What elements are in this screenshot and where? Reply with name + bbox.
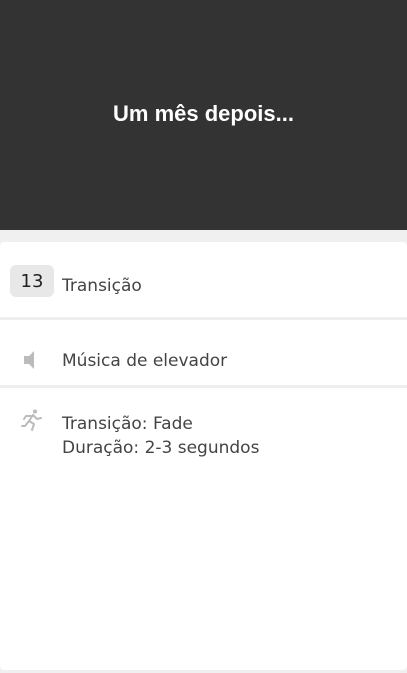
preview-area: Um mês depois... [0,0,407,230]
preview-title: Um mês depois... [113,101,294,126]
scene-number-badge: 13 [10,265,54,297]
music-row[interactable]: Música de elevador [0,320,407,388]
music-label: Música de elevador [62,351,228,371]
effect-row[interactable]: Transição: Fade Duração: 2-3 segundos [0,388,407,670]
details-panel: 13 Transição Música de elevador Transiçã… [0,242,407,670]
scene-type-label: Transição [62,276,142,296]
effect-transition-text: Transição: Fade [62,414,193,434]
effect-description: Transição: Fade Duração: 2-3 segundos [62,412,259,460]
scene-row[interactable]: 13 Transição [0,242,407,320]
effect-duration-text: Duração: 2-3 segundos [62,438,260,458]
speaker-icon [20,348,44,372]
running-person-icon [20,408,44,432]
